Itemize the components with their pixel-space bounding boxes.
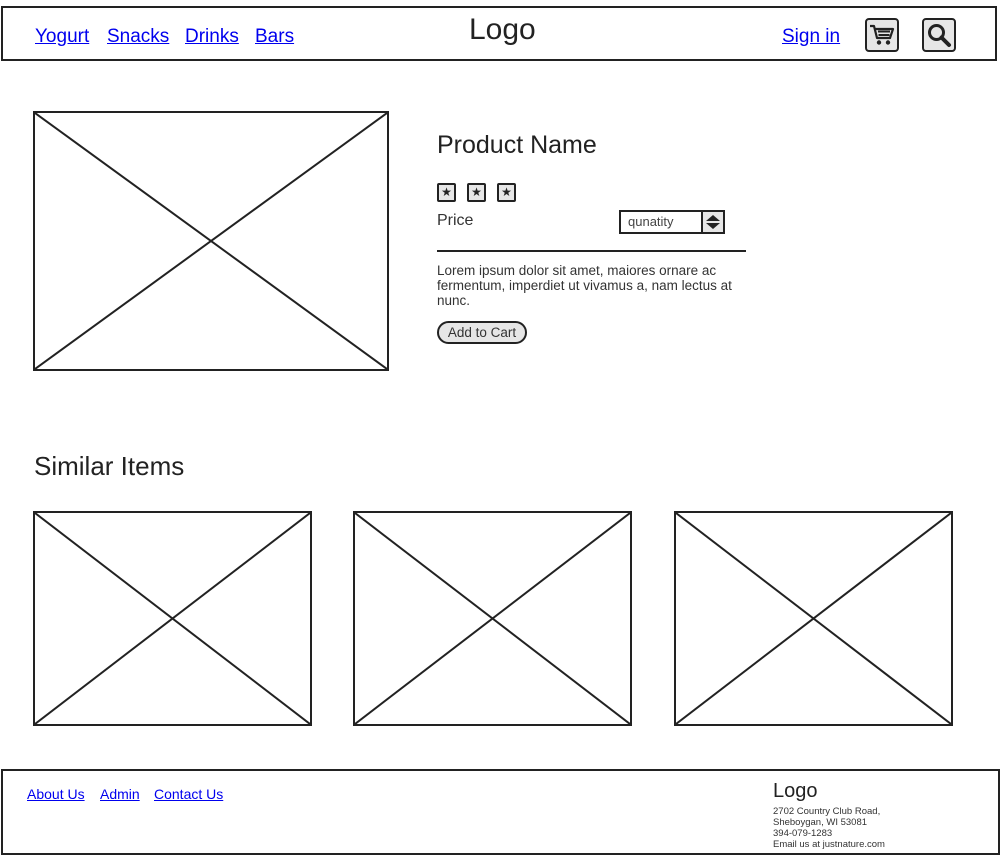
similar-item-image-placeholder[interactable]	[674, 511, 953, 726]
quantity-placeholder: qunatity	[628, 214, 674, 229]
header: Yogurt Snacks Drinks Bars Logo Sign in	[1, 6, 997, 61]
nav-link-yogurt[interactable]: Yogurt	[35, 26, 89, 48]
nav-link-drinks[interactable]: Drinks	[185, 26, 239, 48]
footer-logo: Logo	[773, 780, 818, 802]
footer: About Us Admin Contact Us Logo 2702 Coun…	[1, 769, 1000, 855]
similar-item-image-placeholder[interactable]	[33, 511, 312, 726]
product-description: Lorem ipsum dolor sit amet, maiores orna…	[437, 263, 732, 308]
quantity-stepper[interactable]: qunatity	[619, 210, 725, 234]
similar-items-heading: Similar Items	[34, 451, 185, 481]
rating-star-icon[interactable]: ★	[497, 183, 516, 202]
footer-link-contact-us[interactable]: Contact Us	[154, 786, 223, 802]
search-icon	[928, 24, 951, 47]
footer-link-about-us[interactable]: About Us	[27, 786, 85, 802]
spinner-arrows-icon[interactable]	[701, 212, 723, 232]
product-image-placeholder	[33, 111, 389, 371]
search-button[interactable]	[922, 18, 956, 52]
nav-link-bars[interactable]: Bars	[255, 26, 294, 48]
product-name: Product Name	[437, 131, 597, 159]
sign-in-link[interactable]: Sign in	[782, 26, 840, 48]
rating-star-icon[interactable]: ★	[437, 183, 456, 202]
footer-address-line-2: Sheboygan, WI 53081	[773, 817, 868, 828]
cart-button[interactable]	[865, 18, 899, 52]
nav-link-snacks[interactable]: Snacks	[107, 26, 169, 48]
footer-phone: 394-079-1283	[773, 828, 833, 839]
cart-icon	[870, 24, 895, 45]
header-logo[interactable]: Logo	[469, 13, 536, 47]
divider	[437, 250, 746, 252]
footer-email: Email us at justnature.com	[773, 839, 885, 850]
price-label: Price	[437, 212, 474, 229]
rating-star-icon[interactable]: ★	[467, 183, 486, 202]
add-to-cart-button[interactable]: Add to Cart	[437, 321, 527, 344]
footer-link-admin[interactable]: Admin	[100, 786, 140, 802]
footer-address-line-1: 2702 Country Club Road,	[773, 806, 881, 817]
similar-item-image-placeholder[interactable]	[353, 511, 632, 726]
